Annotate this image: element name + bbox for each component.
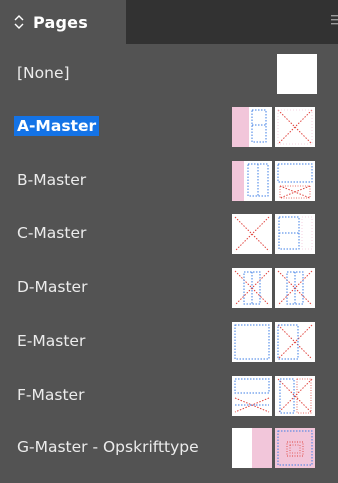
- master-row-a[interactable]: A-Master: [0, 101, 338, 151]
- master-row-e[interactable]: E-Master: [0, 316, 338, 366]
- tab-pages-label: Pages: [33, 12, 88, 32]
- page-thumbnail-right[interactable]: [275, 268, 315, 308]
- page-thumbnail-right[interactable]: [275, 161, 315, 201]
- master-label: G-Master - Opskrifttype: [17, 438, 199, 456]
- page-thumbnail[interactable]: [277, 54, 317, 94]
- page-thumbnail-right[interactable]: [275, 107, 315, 147]
- page-thumbnail-right[interactable]: [275, 376, 315, 416]
- master-thumbnails[interactable]: [232, 428, 315, 468]
- master-label: [None]: [17, 64, 70, 82]
- chevron-updown-icon[interactable]: [12, 12, 26, 32]
- master-thumbnails[interactable]: [232, 322, 315, 362]
- master-thumbnails[interactable]: [232, 107, 315, 147]
- master-row-f[interactable]: F-Master: [0, 370, 338, 420]
- page-thumbnail-left[interactable]: [232, 322, 272, 362]
- master-row-b[interactable]: B-Master: [0, 155, 338, 205]
- page-thumbnail-left[interactable]: [232, 376, 272, 416]
- panel-menu-icon[interactable]: [330, 12, 338, 26]
- page-thumbnail-right[interactable]: [275, 214, 315, 254]
- page-thumbnail-right[interactable]: [275, 428, 315, 468]
- master-thumbnails[interactable]: [232, 268, 315, 308]
- master-label: D-Master: [17, 278, 88, 296]
- master-row-g[interactable]: G-Master - Opskrifttype: [0, 422, 338, 472]
- master-label: C-Master: [17, 224, 87, 242]
- tab-pages[interactable]: Pages: [0, 0, 126, 44]
- page-thumbnail-left[interactable]: [232, 268, 272, 308]
- master-label: A-Master: [14, 116, 100, 136]
- master-label: F-Master: [17, 386, 85, 404]
- master-thumbnails[interactable]: [277, 54, 317, 94]
- page-thumbnail-right[interactable]: [275, 322, 315, 362]
- master-thumbnails[interactable]: [232, 214, 315, 254]
- page-thumbnail-left[interactable]: [232, 107, 272, 147]
- panel-tab-bar: Pages: [0, 0, 338, 44]
- master-thumbnails[interactable]: [232, 376, 315, 416]
- master-row-c[interactable]: C-Master: [0, 208, 338, 258]
- page-thumbnail-left[interactable]: [232, 214, 272, 254]
- master-label: B-Master: [17, 171, 87, 189]
- master-label: E-Master: [17, 332, 86, 350]
- master-thumbnails[interactable]: [232, 161, 315, 201]
- pages-panel: Pages [None] A-Master B-Master C-Master …: [0, 0, 338, 483]
- page-thumbnail-left[interactable]: [232, 161, 272, 201]
- page-thumbnail-left[interactable]: [232, 428, 272, 468]
- master-row-none[interactable]: [None]: [0, 48, 338, 98]
- master-row-d[interactable]: D-Master: [0, 262, 338, 312]
